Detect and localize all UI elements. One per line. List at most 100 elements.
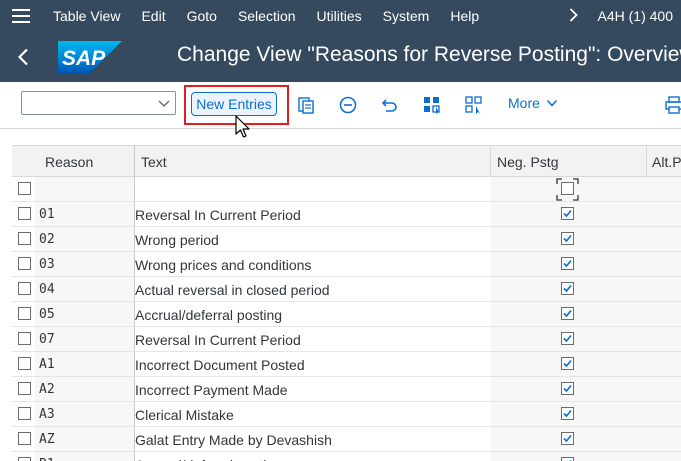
application-toolbar: New Entries More bbox=[0, 82, 681, 129]
alt-p-cell bbox=[647, 277, 681, 301]
table-row[interactable]: 04 Actual reversal in closed period bbox=[12, 277, 681, 302]
reason-text[interactable]: Clerical Mistake bbox=[135, 407, 234, 423]
reason-text[interactable]: Galat Entry Made by Devashish bbox=[135, 432, 332, 448]
view-selector-dropdown[interactable] bbox=[21, 91, 176, 115]
page-title: Change View "Reasons for Reverse Posting… bbox=[177, 43, 681, 66]
reason-code: A3 bbox=[39, 407, 55, 422]
column-header-reason[interactable]: Reason bbox=[45, 154, 93, 170]
reason-text[interactable]: Wrong period bbox=[135, 232, 219, 248]
reason-text[interactable]: Reversal In Current Period bbox=[135, 207, 301, 223]
undo-icon[interactable] bbox=[380, 95, 400, 115]
menu-table-view[interactable]: Table View bbox=[53, 8, 120, 24]
svg-text:SAP: SAP bbox=[62, 47, 106, 70]
table-row[interactable]: B1 Accrual/deferral posting bbox=[12, 452, 681, 461]
reason-text[interactable]: Incorrect Payment Made bbox=[135, 382, 288, 398]
chevron-right-icon[interactable] bbox=[569, 7, 578, 25]
reason-code: 04 bbox=[39, 282, 55, 297]
alt-p-cell bbox=[647, 377, 681, 401]
hamburger-menu-icon[interactable] bbox=[0, 0, 42, 32]
row-selector-checkbox[interactable] bbox=[18, 257, 31, 270]
neg-pstg-checkbox[interactable] bbox=[561, 207, 574, 220]
row-selector-checkbox[interactable] bbox=[18, 182, 31, 195]
table-row[interactable]: AZ Galat Entry Made by Devashish bbox=[12, 427, 681, 452]
menu-utilities[interactable]: Utilities bbox=[317, 8, 362, 24]
neg-pstg-checkbox[interactable] bbox=[561, 307, 574, 320]
sap-logo: SAP bbox=[58, 41, 122, 73]
reason-code: AZ bbox=[39, 432, 55, 447]
alt-p-cell bbox=[647, 202, 681, 226]
chevron-down-icon bbox=[546, 99, 557, 107]
table-row[interactable]: A1 Incorrect Document Posted bbox=[12, 352, 681, 377]
column-header-text[interactable]: Text bbox=[141, 154, 167, 170]
alt-p-cell bbox=[647, 352, 681, 376]
reason-text[interactable]: Incorrect Document Posted bbox=[135, 357, 305, 373]
more-button[interactable]: More bbox=[508, 95, 558, 111]
menu-edit[interactable]: Edit bbox=[141, 8, 165, 24]
neg-pstg-checkbox[interactable] bbox=[561, 332, 574, 345]
column-divider[interactable] bbox=[490, 146, 491, 176]
row-selector-checkbox[interactable] bbox=[18, 457, 31, 461]
neg-pstg-checkbox[interactable] bbox=[561, 357, 574, 370]
system-id: A4H (1) 400 bbox=[597, 8, 673, 24]
menu-help[interactable]: Help bbox=[450, 8, 479, 24]
column-header-neg-pstg[interactable]: Neg. Pstg bbox=[497, 154, 558, 170]
row-selector-checkbox[interactable] bbox=[18, 432, 31, 445]
reason-code: A1 bbox=[39, 357, 55, 372]
back-icon[interactable] bbox=[0, 32, 46, 82]
title-bar: SAP Change View "Reasons for Reverse Pos… bbox=[0, 32, 681, 82]
row-selector-checkbox[interactable] bbox=[18, 307, 31, 320]
menu-goto[interactable]: Goto bbox=[187, 8, 217, 24]
row-selector-checkbox[interactable] bbox=[18, 382, 31, 395]
reason-cell[interactable] bbox=[35, 177, 135, 201]
table-row[interactable]: 03 Wrong prices and conditions bbox=[12, 252, 681, 277]
select-all-icon[interactable] bbox=[422, 95, 442, 115]
deselect-all-icon[interactable] bbox=[464, 95, 484, 115]
table-row[interactable]: 01 Reversal In Current Period bbox=[12, 202, 681, 227]
reason-text[interactable]: Accrual/deferral posting bbox=[135, 307, 282, 323]
neg-pstg-checkbox[interactable] bbox=[561, 257, 574, 270]
alt-p-cell bbox=[647, 302, 681, 326]
row-selector-checkbox[interactable] bbox=[18, 232, 31, 245]
reason-code: 01 bbox=[39, 207, 55, 222]
alt-p-cell bbox=[647, 402, 681, 426]
chevron-down-icon[interactable] bbox=[157, 96, 171, 113]
alt-p-cell bbox=[647, 227, 681, 251]
menu-bar: Table View Edit Goto Selection Utilities… bbox=[0, 0, 681, 32]
menu-selection[interactable]: Selection bbox=[238, 8, 296, 24]
neg-pstg-checkbox[interactable] bbox=[561, 282, 574, 295]
row-selector-checkbox[interactable] bbox=[18, 407, 31, 420]
reason-code: 05 bbox=[39, 307, 55, 322]
column-divider[interactable] bbox=[646, 146, 647, 176]
table-row[interactable] bbox=[12, 177, 681, 202]
table-row[interactable]: 02 Wrong period bbox=[12, 227, 681, 252]
alt-p-cell bbox=[647, 427, 681, 451]
delete-icon[interactable] bbox=[338, 95, 358, 115]
menu-system[interactable]: System bbox=[383, 8, 430, 24]
row-selector-checkbox[interactable] bbox=[18, 282, 31, 295]
reason-text[interactable]: Accrual/deferral posting bbox=[135, 457, 282, 461]
reason-text[interactable]: Reversal In Current Period bbox=[135, 332, 301, 348]
table-row[interactable]: 07 Reversal In Current Period bbox=[12, 327, 681, 352]
reason-code: 02 bbox=[39, 232, 55, 247]
new-entries-button[interactable]: New Entries bbox=[191, 92, 277, 116]
neg-pstg-checkbox[interactable] bbox=[561, 232, 574, 245]
neg-pstg-checkbox[interactable] bbox=[561, 407, 574, 420]
reason-text[interactable]: Wrong prices and conditions bbox=[135, 257, 311, 273]
table-row[interactable]: A3 Clerical Mistake bbox=[12, 402, 681, 427]
row-selector-checkbox[interactable] bbox=[18, 332, 31, 345]
print-icon[interactable] bbox=[664, 95, 681, 115]
table-header: Reason Text Neg. Pstg Alt.P bbox=[12, 145, 681, 177]
column-header-alt-p[interactable]: Alt.P bbox=[652, 154, 681, 170]
mouse-cursor-icon bbox=[235, 115, 250, 138]
table-row[interactable]: A2 Incorrect Payment Made bbox=[12, 377, 681, 402]
row-selector-checkbox[interactable] bbox=[18, 357, 31, 370]
copy-as-icon[interactable] bbox=[296, 95, 316, 115]
neg-pstg-checkbox[interactable] bbox=[561, 382, 574, 395]
neg-pstg-checkbox[interactable] bbox=[561, 432, 574, 445]
table-row[interactable]: 05 Accrual/deferral posting bbox=[12, 302, 681, 327]
alt-p-cell bbox=[647, 452, 681, 461]
neg-pstg-checkbox[interactable] bbox=[561, 457, 574, 461]
reason-code: B1 bbox=[39, 457, 55, 461]
row-selector-checkbox[interactable] bbox=[18, 207, 31, 220]
reason-text[interactable]: Actual reversal in closed period bbox=[135, 282, 330, 298]
